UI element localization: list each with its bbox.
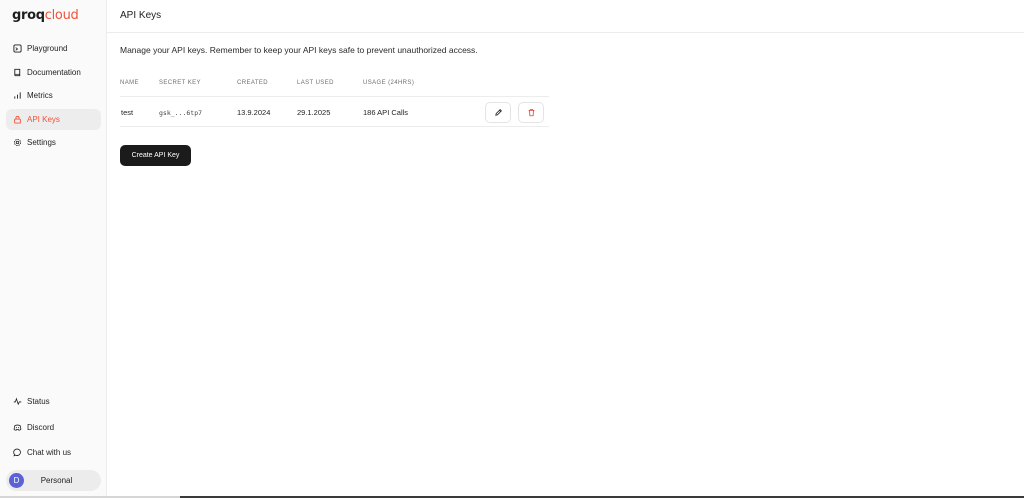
create-api-key-button[interactable]: Create API Key — [120, 145, 191, 166]
sidebar-nav: Playground Documentation Metrics API Key… — [6, 38, 101, 156]
account-switcher[interactable]: D Personal — [6, 470, 101, 491]
page-header: API Keys — [107, 0, 1024, 33]
sidebar-item-metrics[interactable]: Metrics — [6, 85, 101, 106]
key-last-used: 29.1.2025 — [297, 108, 331, 117]
sidebar-item-discord[interactable]: Discord — [6, 417, 101, 438]
table-row: test gsk_...6tp7 13.9.2024 29.1.2025 186… — [120, 96, 549, 127]
activity-icon — [12, 397, 22, 407]
key-created: 13.9.2024 — [237, 108, 271, 117]
key-usage: 186 API Calls — [363, 108, 409, 117]
sidebar-item-settings[interactable]: Settings — [6, 132, 101, 153]
page-description: Manage your API keys. Remember to keep y… — [120, 45, 478, 55]
sidebar-item-label: Metrics — [27, 91, 53, 100]
chat-icon — [12, 448, 22, 458]
sidebar-item-documentation[interactable]: Documentation — [6, 62, 101, 83]
delete-key-button[interactable] — [518, 102, 544, 123]
lock-icon — [12, 114, 22, 124]
sidebar-item-chat[interactable]: Chat with us — [6, 442, 101, 463]
sidebar-bottom-nav: Status Discord Chat with us — [6, 391, 101, 468]
logo-part-cloud: cloud — [44, 8, 79, 23]
book-icon — [12, 67, 22, 77]
bar-chart-icon — [12, 91, 22, 101]
gear-icon — [12, 138, 22, 148]
playground-icon — [12, 44, 22, 54]
table-header: NAME SECRET KEY CREATED LAST USED USAGE … — [120, 76, 549, 96]
column-header-name: NAME — [120, 80, 139, 86]
column-header-secret-key: SECRET KEY — [159, 80, 201, 86]
sidebar-item-label: Documentation — [27, 67, 81, 77]
logo-part-groq: groq — [12, 8, 45, 23]
edit-key-button[interactable] — [485, 102, 511, 123]
sidebar-item-api-keys[interactable]: API Keys — [6, 108, 101, 130]
api-keys-table: NAME SECRET KEY CREATED LAST USED USAGE … — [120, 76, 549, 127]
account-label: Personal — [40, 476, 73, 485]
sidebar-item-label: Discord — [27, 422, 55, 432]
groqcloud-logo[interactable]: groq cloud — [12, 8, 79, 23]
column-header-usage: USAGE (24HRS) — [363, 80, 415, 86]
column-header-last-used: LAST USED — [297, 80, 334, 86]
discord-icon — [12, 422, 22, 432]
sidebar-item-label: Settings — [27, 138, 56, 147]
pencil-icon — [494, 109, 502, 116]
sidebar-item-label: Status — [27, 397, 50, 406]
sidebar-item-label: Chat with us — [27, 448, 72, 457]
key-secret: gsk_...6tp7 — [159, 108, 203, 117]
trash-icon — [528, 108, 534, 117]
key-name: test — [121, 108, 134, 117]
sidebar-item-playground[interactable]: Playground — [6, 38, 101, 59]
sidebar-item-status[interactable]: Status — [6, 391, 101, 412]
sidebar: groq cloud Playground Documentation Metri… — [0, 0, 107, 496]
column-header-created: CREATED — [237, 80, 269, 86]
sidebar-item-label: Playground — [27, 44, 68, 53]
avatar: D — [9, 473, 24, 488]
page-title: API Keys — [120, 10, 162, 21]
sidebar-item-label: API Keys — [27, 114, 60, 124]
